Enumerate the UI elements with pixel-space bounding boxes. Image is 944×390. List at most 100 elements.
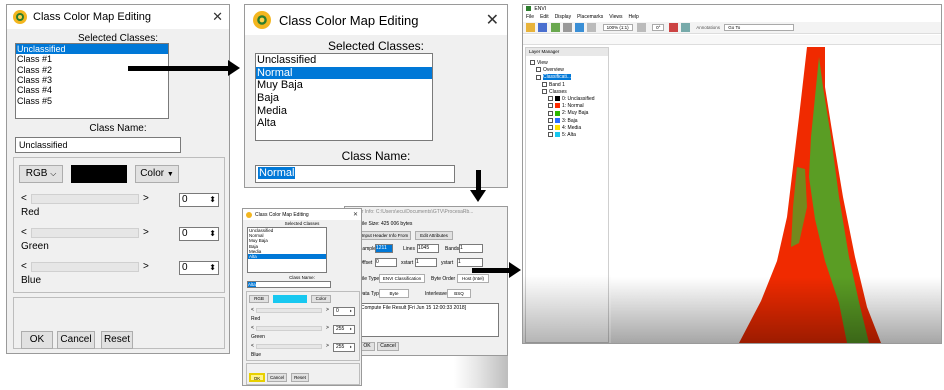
- channel-slider[interactable]: [31, 262, 139, 272]
- slider-left-arrow[interactable]: <: [251, 307, 254, 313]
- class-list-item[interactable]: Class #3: [16, 75, 168, 85]
- menu-item-placemarks[interactable]: Placemarks: [577, 14, 603, 21]
- menu-item-help[interactable]: Help: [628, 14, 638, 21]
- spinner-arrows-icon[interactable]: ⬍: [209, 228, 218, 240]
- layer-tree-item[interactable]: Band 1: [530, 82, 610, 89]
- class-list-item[interactable]: Unclassified: [16, 44, 168, 55]
- byte-order-dropdown[interactable]: Host (Intel): [457, 274, 489, 283]
- cursor-icon[interactable]: [562, 23, 572, 32]
- channel-value-spinner[interactable]: 0 ⬍: [333, 307, 355, 316]
- close-icon[interactable]: ✕: [486, 10, 499, 30]
- data-type-dropdown[interactable]: Byte: [379, 289, 409, 298]
- layer-tree-item[interactable]: 5: Alta: [530, 132, 610, 139]
- close-icon[interactable]: ✕: [212, 9, 223, 25]
- slider-left-arrow[interactable]: <: [251, 325, 254, 331]
- spinner-arrows-icon[interactable]: ⬍: [209, 262, 218, 274]
- goto-field[interactable]: Go To: [724, 23, 795, 31]
- slider-right-arrow[interactable]: >: [143, 193, 149, 204]
- slider-right-arrow[interactable]: >: [326, 307, 329, 313]
- spinner-arrows-icon[interactable]: ⬍: [349, 308, 354, 315]
- layer-checkbox[interactable]: [548, 96, 553, 102]
- class-name-input[interactable]: Alta: [247, 281, 331, 288]
- class-list-item[interactable]: Normal: [256, 66, 432, 80]
- selected-classes-list[interactable]: Unclassified Class #1 Class #2 Class #3 Clas…: [15, 43, 169, 119]
- layer-checkbox[interactable]: [548, 117, 553, 123]
- open-icon[interactable]: [526, 23, 535, 32]
- cancel-button[interactable]: Cancel: [377, 342, 399, 351]
- vector-icon[interactable]: [668, 23, 678, 32]
- layer-tree-item[interactable]: 4: Media: [530, 125, 610, 132]
- color-menu-button[interactable]: Color ▼: [135, 165, 179, 183]
- reset-button[interactable]: Reset: [291, 373, 309, 382]
- slider-left-arrow[interactable]: <: [21, 193, 27, 204]
- layer-checkbox[interactable]: [548, 132, 553, 138]
- annotation-icon[interactable]: [680, 23, 690, 32]
- interleave-dropdown[interactable]: BSQ: [447, 289, 471, 298]
- spinner-arrows-icon[interactable]: ⬍: [209, 194, 218, 206]
- channel-slider[interactable]: [256, 344, 322, 349]
- channel-value-spinner[interactable]: 255 ⬍: [333, 325, 355, 334]
- layer-icon[interactable]: [550, 23, 560, 32]
- channel-value-spinner[interactable]: 0 ⬍: [179, 261, 219, 275]
- pan-icon[interactable]: [575, 23, 585, 32]
- close-icon[interactable]: ✕: [353, 211, 358, 218]
- samples-field[interactable]: 1211: [375, 244, 393, 253]
- menu-item-display[interactable]: Display: [555, 14, 571, 21]
- channel-value-spinner[interactable]: 0 ⬍: [179, 193, 219, 207]
- class-list-item[interactable]: Class #5: [16, 96, 168, 106]
- layer-tree-item[interactable]: 1: Normal: [530, 103, 610, 110]
- channel-slider[interactable]: [31, 228, 139, 238]
- layer-checkbox[interactable]: [548, 125, 553, 130]
- channel-value-spinner[interactable]: 255 ⬍: [333, 343, 355, 352]
- ok-button[interactable]: OK: [21, 331, 53, 349]
- spinner-arrows-icon[interactable]: ⬍: [349, 326, 354, 333]
- zoom-dropdown[interactable]: 100% (1:1): [602, 23, 633, 31]
- layer-tree-item[interactable]: View: [530, 60, 610, 67]
- layer-tree-item[interactable]: Classificati...: [530, 74, 610, 81]
- lines-field[interactable]: 1045: [417, 244, 439, 253]
- class-name-input[interactable]: Unclassified: [15, 137, 181, 153]
- description-field[interactable]: Compute File Result [Fri Jun 15 12:00:33…: [359, 303, 499, 337]
- ystart-field[interactable]: 1: [457, 258, 483, 267]
- layer-tree-item[interactable]: Classes: [530, 89, 610, 96]
- layer-tree-item[interactable]: 3: Baja: [530, 118, 610, 125]
- class-list-item[interactable]: Alta: [248, 253, 326, 260]
- cancel-button[interactable]: Cancel: [267, 373, 287, 382]
- menu-item-views[interactable]: Views: [609, 14, 622, 21]
- map-view[interactable]: [611, 47, 941, 343]
- channel-slider[interactable]: [256, 308, 322, 313]
- layer-tree-item[interactable]: 2: Muy Baja: [530, 110, 610, 117]
- channel-slider[interactable]: [256, 326, 322, 331]
- input-header-info-button[interactable]: Input Header Info From: [359, 231, 411, 240]
- ok-button[interactable]: OK: [249, 373, 265, 382]
- layer-checkbox[interactable]: [536, 67, 541, 73]
- xstart-field[interactable]: 1: [415, 258, 437, 267]
- selected-classes-list[interactable]: Unclassified Normal Muy Baja Baja Media Alta: [247, 227, 327, 273]
- cancel-button[interactable]: Cancel: [57, 331, 95, 349]
- spinner-arrows-icon[interactable]: ⬍: [349, 344, 354, 351]
- channel-value-spinner[interactable]: 0 ⬍: [179, 227, 219, 241]
- file-type-dropdown[interactable]: ENVI Classification: [379, 274, 425, 283]
- save-icon[interactable]: [538, 23, 548, 32]
- selected-classes-list[interactable]: Unclassified Normal Muy Baja Baja Media Alta: [255, 53, 433, 141]
- reset-button[interactable]: Reset: [101, 331, 133, 349]
- class-list-item[interactable]: Media: [256, 105, 432, 118]
- layer-checkbox[interactable]: [548, 103, 553, 109]
- color-model-dropdown[interactable]: RGB ⌵: [19, 165, 63, 183]
- layer-checkbox[interactable]: [530, 60, 535, 66]
- bands-field[interactable]: 1: [459, 244, 483, 253]
- color-model-dropdown[interactable]: RGB: [249, 295, 269, 303]
- class-list-item[interactable]: Alta: [256, 117, 432, 130]
- offset-field[interactable]: 0: [375, 258, 397, 267]
- class-list-item[interactable]: Class #1: [16, 54, 168, 64]
- class-list-item[interactable]: Baja: [256, 92, 432, 105]
- class-list-item[interactable]: Class #4: [16, 85, 168, 95]
- rotate-dropdown[interactable]: 0°: [652, 23, 665, 31]
- channel-slider[interactable]: [31, 194, 139, 204]
- layer-tree-item[interactable]: Overview: [530, 67, 610, 74]
- slider-left-arrow[interactable]: <: [21, 227, 27, 238]
- slider-right-arrow[interactable]: >: [143, 261, 149, 272]
- slider-right-arrow[interactable]: >: [143, 227, 149, 238]
- menu-item-edit[interactable]: Edit: [540, 14, 549, 21]
- slider-left-arrow[interactable]: <: [251, 343, 254, 349]
